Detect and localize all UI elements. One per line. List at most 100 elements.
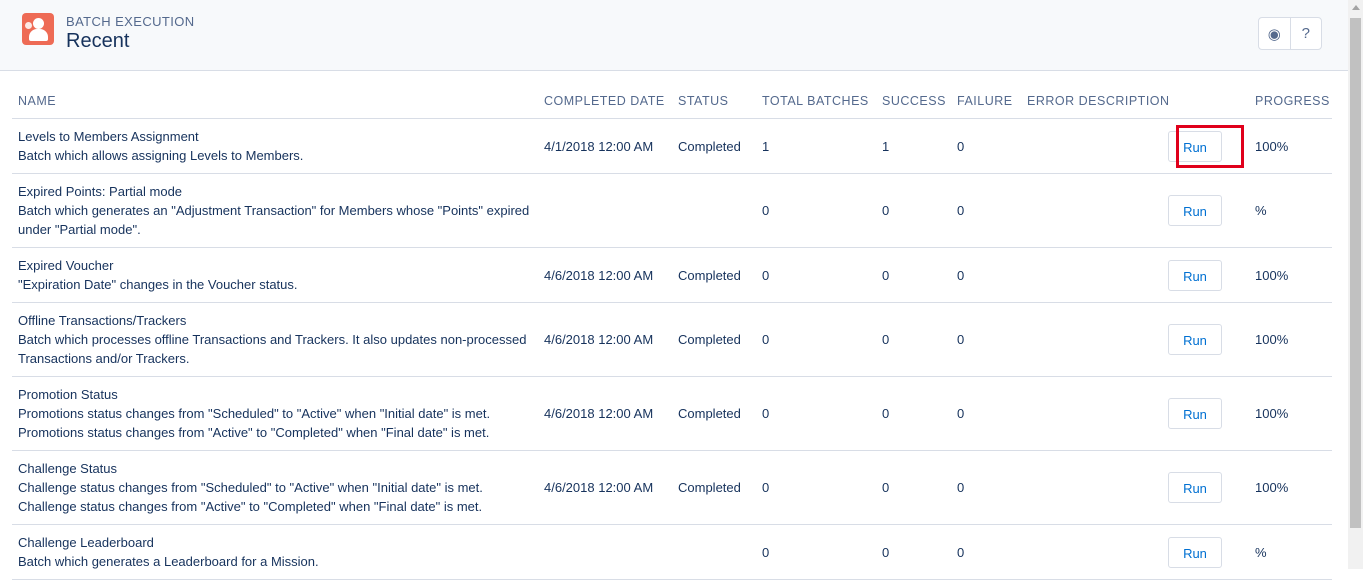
failure-cell: 0 [951,247,1021,303]
progress-cell: % [1249,524,1332,580]
run-button[interactable]: Run [1168,195,1222,226]
failure-cell: 0 [951,524,1021,580]
batch-description: "Expiration Date" changes in the Voucher… [18,277,298,292]
table-header-row: NAME COMPLETED DATE STATUS TOTAL BATCHES… [12,83,1332,119]
action-cell: Run [1162,524,1249,580]
completed-date-cell: 4/6/2018 12:00 AM [538,247,672,303]
error-description-cell [1021,118,1162,174]
error-description-cell [1021,376,1162,451]
column-header-failure[interactable]: FAILURE [951,83,1021,119]
help-topics-icon: ◉ [1267,25,1281,43]
status-cell: Completed [672,376,756,451]
column-header-error-description[interactable]: ERROR DESCRIPTION [1021,83,1169,119]
column-header-completed-date[interactable]: COMPLETED DATE [538,83,672,119]
user-card-icon [22,13,54,45]
status-cell: Completed [672,302,756,377]
failure-cell: 0 [951,118,1021,174]
error-description-cell [1021,302,1162,377]
name-cell: Promotion Status Promotions status change… [12,376,538,451]
failure-cell: 0 [951,302,1021,377]
run-button[interactable]: Run [1168,324,1222,355]
failure-cell: 0 [951,376,1021,451]
header-action-group: ◉ ? [1258,17,1322,50]
batch-name: Challenge Leaderboard [18,535,154,550]
scroll-thumb[interactable] [1350,18,1361,528]
success-cell: 0 [876,173,951,248]
success-cell: 0 [876,247,951,303]
help-button[interactable]: ? [1289,18,1322,49]
batch-name: Challenge Status [18,461,118,476]
table-row: Levels to Members Assignment Batch which … [12,118,1332,174]
action-cell: Run [1162,376,1249,451]
column-header-status[interactable]: STATUS [672,83,756,119]
column-header-progress[interactable]: PROGRESS [1249,83,1332,119]
run-button[interactable]: Run [1168,536,1222,568]
help-topics-button[interactable]: ◉ [1259,18,1290,49]
name-cell: Expired Voucher "Expiration Date" changes… [12,247,538,303]
batch-description: Batch which allows assigning Levels to M… [18,148,304,163]
name-cell: Expired Points: Partial mode Batch which … [12,173,538,248]
error-description-cell [1021,247,1162,303]
status-cell [672,524,756,580]
total-batches-cell: 0 [756,247,876,303]
batch-name: Expired Voucher [18,258,114,273]
completed-date-cell [538,524,672,580]
failure-cell: 0 [951,173,1021,248]
completed-date-cell: 4/6/2018 12:00 AM [538,376,672,451]
progress-cell: 100% [1249,376,1332,451]
page-title: Recent [66,30,130,52]
batch-description: Batch which generates a Leaderboard for … [18,554,319,569]
batch-name: Expired Points: Partial mode [18,184,183,199]
progress-cell: 100% [1249,247,1332,303]
success-cell: 0 [876,450,951,525]
status-cell: Completed [672,118,756,174]
name-cell: Offline Transactions/Trackers Batch which… [12,302,538,377]
batch-name: Offline Transactions/Trackers [18,313,187,328]
run-button[interactable]: Run [1168,398,1222,429]
failure-cell: 0 [951,450,1021,525]
action-cell: Run [1162,173,1249,248]
name-cell: Challenge Leaderboard Batch which generat… [12,524,538,580]
total-batches-cell: 0 [756,376,876,451]
page-eyebrow: BATCH EXECUTION [66,14,195,29]
run-button[interactable]: Run [1168,259,1222,291]
table-row: Promotion Status Promotions status change… [12,376,1332,451]
total-batches-cell: 0 [756,302,876,377]
success-cell: 0 [876,524,951,580]
run-button[interactable]: Run [1168,130,1222,162]
error-description-cell [1021,173,1162,248]
scroll-up-arrow-icon[interactable] [1352,5,1360,10]
total-batches-cell: 0 [756,450,876,525]
batch-name: Levels to Members Assignment [18,129,199,144]
run-button[interactable]: Run [1168,472,1222,503]
action-cell: Run [1162,450,1249,525]
page-header: BATCH EXECUTION Recent ◉ ? [0,0,1348,71]
batch-description: Batch which processes offline Transactio… [18,332,527,366]
name-cell: Challenge Status Challenge status changes… [12,450,538,525]
action-cell: Run [1162,247,1249,303]
column-header-action [1162,83,1249,119]
table-row: Expired Voucher "Expiration Date" changes… [12,247,1332,303]
status-cell: Completed [672,247,756,303]
completed-date-cell [538,173,672,248]
success-cell: 0 [876,376,951,451]
vertical-scrollbar[interactable] [1348,0,1363,569]
status-cell: Completed [672,450,756,525]
total-batches-cell: 1 [756,118,876,174]
success-cell: 0 [876,302,951,377]
total-batches-cell: 0 [756,173,876,248]
column-header-success[interactable]: SUCCESS [876,83,951,119]
name-cell: Levels to Members Assignment Batch which … [12,118,538,174]
completed-date-cell: 4/6/2018 12:00 AM [538,302,672,377]
column-header-total-batches[interactable]: TOTAL BATCHES [756,83,876,119]
completed-date-cell: 4/6/2018 12:00 AM [538,450,672,525]
column-header-name[interactable]: NAME [12,83,538,119]
batch-description: Batch which generates an "Adjustment Tra… [18,203,530,237]
error-description-cell [1021,450,1162,525]
batch-description: Promotions status changes from "Schedule… [18,406,491,440]
table-row: Expired Points: Partial mode Batch which … [12,173,1332,248]
total-batches-cell: 0 [756,524,876,580]
action-cell: Run [1162,302,1249,377]
table-row: Challenge Status Challenge status changes… [12,450,1332,525]
question-icon: ? [1301,25,1310,42]
